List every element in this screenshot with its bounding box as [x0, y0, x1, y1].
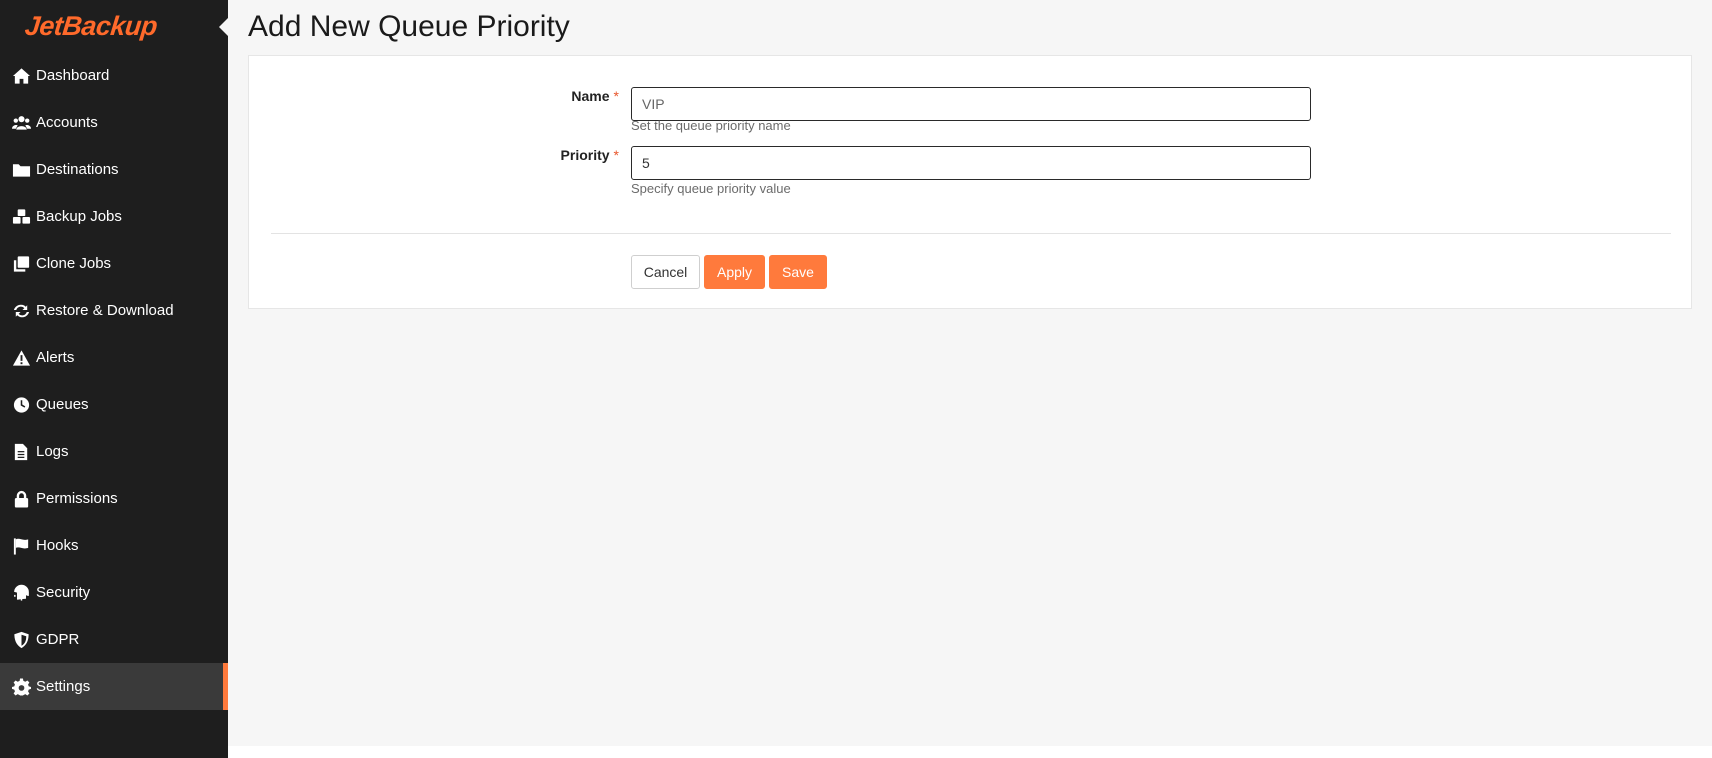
sidebar-item-backup-jobs[interactable]: Backup Jobs — [0, 193, 228, 240]
clock-icon — [12, 396, 35, 414]
users-icon — [12, 114, 35, 132]
file-icon — [12, 443, 35, 461]
priority-label-text: Priority — [560, 147, 610, 163]
sidebar-item-label: Settings — [36, 678, 91, 695]
sidebar-item-accounts[interactable]: Accounts — [0, 99, 228, 146]
sidebar-item-clone-jobs[interactable]: Clone Jobs — [0, 240, 228, 287]
sidebar-item-label: Accounts — [36, 114, 98, 131]
name-label-text: Name — [571, 88, 610, 104]
sidebar-item-dashboard[interactable]: Dashboard — [0, 52, 228, 99]
sidebar-item-label: Restore & Download — [36, 302, 174, 319]
main-content: Add New Queue Priority Name* Set the que… — [228, 0, 1712, 746]
sidebar-item-label: Backup Jobs — [36, 208, 122, 225]
required-marker: * — [613, 147, 619, 163]
warning-icon — [12, 349, 35, 367]
folder-icon — [12, 161, 35, 179]
sidebar-item-label: Clone Jobs — [36, 255, 112, 272]
sidebar-item-alerts[interactable]: Alerts — [0, 334, 228, 381]
sidebar-item-settings[interactable]: Settings — [0, 663, 228, 710]
sidebar-item-label: Dashboard — [36, 67, 110, 84]
sync-icon — [12, 302, 35, 320]
save-button[interactable]: Save — [769, 255, 827, 289]
sidebar-item-label: Permissions — [36, 490, 118, 507]
sidebar-item-label: GDPR — [36, 631, 80, 648]
cancel-button[interactable]: Cancel — [631, 255, 700, 289]
required-marker: * — [613, 88, 619, 104]
sidebar-item-hooks[interactable]: Hooks — [0, 522, 228, 569]
form-divider — [271, 233, 1671, 234]
shield-icon — [12, 631, 35, 649]
cubes-icon — [12, 208, 35, 226]
sidebar-item-gdpr[interactable]: GDPR — [0, 616, 228, 663]
name-help-text: Set the queue priority name — [631, 118, 791, 133]
name-input[interactable] — [631, 87, 1311, 121]
sidebar-item-label: Alerts — [36, 349, 75, 366]
fingerprint-icon — [12, 584, 35, 602]
sidebar-item-label: Logs — [36, 443, 69, 460]
sidebar-item-logs[interactable]: Logs — [0, 428, 228, 475]
sidebar: JetBackup Dashboard Accounts Destination… — [0, 0, 228, 758]
flag-icon — [12, 537, 35, 555]
logo[interactable]: JetBackup — [0, 0, 228, 52]
priority-label: Priority * — [499, 147, 619, 163]
logo-text: JetBackup — [23, 10, 159, 41]
queue-priority-form: Name* Set the queue priority name Priori… — [248, 55, 1692, 309]
home-icon — [12, 67, 35, 85]
sidebar-nav: Dashboard Accounts Destinations Backup J… — [0, 52, 228, 710]
priority-help-text: Specify queue priority value — [631, 181, 791, 196]
sidebar-item-security[interactable]: Security — [0, 569, 228, 616]
clone-icon — [12, 255, 35, 273]
apply-button[interactable]: Apply — [704, 255, 765, 289]
page-title: Add New Queue Priority — [248, 10, 570, 43]
priority-input[interactable] — [631, 146, 1311, 180]
sidebar-item-label: Security — [36, 584, 91, 601]
name-label: Name * — [499, 88, 619, 104]
sidebar-collapse-notch — [219, 18, 228, 36]
gear-icon — [12, 677, 35, 696]
sidebar-item-label: Destinations — [36, 161, 119, 178]
sidebar-item-queues[interactable]: Queues — [0, 381, 228, 428]
sidebar-item-destinations[interactable]: Destinations — [0, 146, 228, 193]
sidebar-item-permissions[interactable]: Permissions — [0, 475, 228, 522]
sidebar-item-restore-download[interactable]: Restore & Download — [0, 287, 228, 334]
lock-icon — [12, 490, 35, 508]
sidebar-item-label: Hooks — [36, 537, 79, 554]
sidebar-item-label: Queues — [36, 396, 89, 413]
